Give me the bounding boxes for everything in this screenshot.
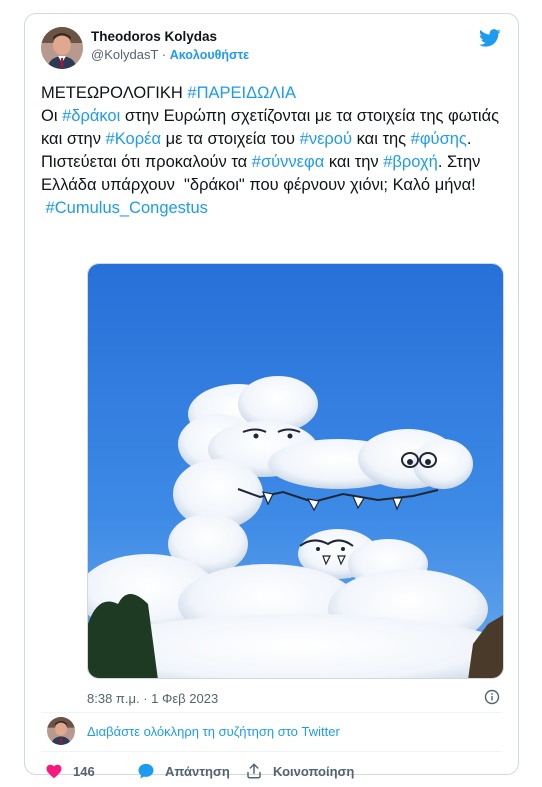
follow-link[interactable]: Ακολουθήστε (170, 48, 249, 62)
hashtag-drakoi[interactable]: #δράκοι (62, 107, 120, 125)
tweet-text: με τα στοιχεία του (161, 130, 300, 148)
tweet-photo[interactable] (87, 263, 504, 679)
author-handle-line: @KolydasT · Ακολουθήστε (91, 46, 249, 64)
hashtag-korea[interactable]: #Κορέα (106, 130, 161, 148)
tweet-text: Οι (41, 107, 63, 125)
share-button[interactable]: Κοινοποίηση (245, 760, 354, 782)
dragon-cloud-image (88, 264, 503, 678)
hashtag-nerou[interactable]: #νερού (300, 130, 352, 148)
share-label: Κοινοποίηση (273, 763, 355, 779)
hashtag-cumulus-congestus[interactable]: #Cumulus_Congestus (46, 199, 208, 217)
reply-label: Απάντηση (165, 763, 230, 779)
reply-bubble-icon (138, 763, 154, 779)
share-icon (247, 763, 261, 779)
hashtag-fysis[interactable]: #φύσης (411, 130, 467, 148)
hashtag-synnefa[interactable]: #σύννεφα (252, 153, 324, 171)
embedded-tweet-card: Theodoros Kolydas @KolydasT · Ακολουθήστ… (24, 13, 519, 779)
tweet-timestamp[interactable]: 8:38 π.μ. · 1 Φεβ 2023 (87, 691, 218, 706)
author-avatar[interactable] (41, 27, 83, 69)
tweet-actions: 146 Απάντηση Κοινοποίηση (45, 760, 502, 782)
like-count: 146 (73, 763, 95, 779)
author-info: Theodoros Kolydas @KolydasT · Ακολουθήστ… (91, 28, 249, 64)
divider (41, 712, 502, 713)
tweet-text: ΜΕΤΕΩΡΟΛΟΓΙΚΗ (41, 84, 188, 102)
info-icon[interactable] (484, 689, 500, 705)
hashtag-vroxi[interactable]: #βροχή (383, 153, 438, 171)
twitter-bird-icon[interactable] (478, 27, 502, 49)
like-button[interactable]: 146 (45, 760, 95, 782)
reply-button[interactable]: Απάντηση (137, 760, 230, 782)
author-display-name[interactable]: Theodoros Kolydas (91, 28, 249, 46)
divider (41, 751, 502, 752)
handle-separator: · (158, 47, 170, 62)
tweet-body: ΜΕΤΕΩΡΟΛΟΓΙΚΗ #ΠΑΡΕΙΔΩΛΙΑ Οι #δράκοι στη… (41, 82, 501, 220)
tweet-text: και την (324, 153, 384, 171)
tweet-text: και της (352, 130, 411, 148)
tweet-header: Theodoros Kolydas @KolydasT · Ακολουθήστ… (41, 27, 502, 71)
hashtag-pareidolia[interactable]: #ΠΑΡΕΙΔΩΛΙΑ (187, 84, 296, 102)
author-handle[interactable]: @KolydasT (91, 47, 158, 62)
read-conversation-link[interactable]: Διαβάστε ολόκληρη τη συζήτηση στο Twitte… (87, 724, 340, 739)
heart-icon (46, 764, 62, 779)
conversation-avatar (47, 717, 75, 745)
